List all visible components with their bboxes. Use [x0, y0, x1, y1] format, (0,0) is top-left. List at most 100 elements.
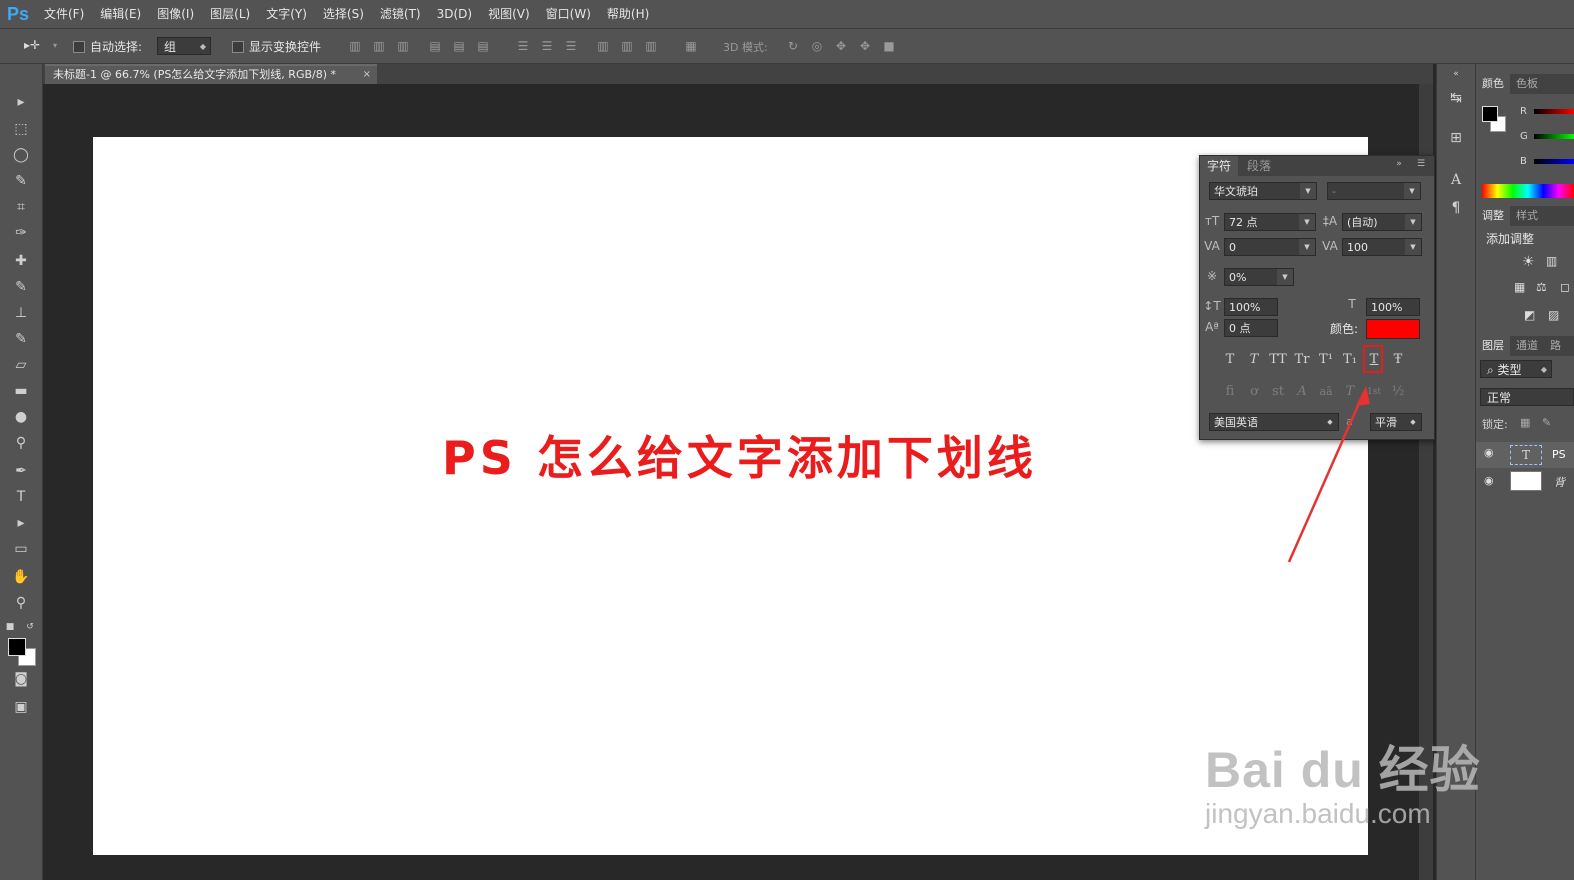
align-left-icon[interactable]: ▤ [428, 39, 442, 53]
paragraph-panel-icon[interactable]: ¶ [1446, 198, 1466, 218]
menu-help[interactable]: 帮助(H) [599, 0, 657, 28]
chevron-down-icon[interactable]: ▾ [48, 39, 62, 53]
scale-3d-icon[interactable]: ■ [882, 39, 896, 53]
distribute-left-icon[interactable]: ▥ [596, 39, 610, 53]
levels-icon[interactable]: ▥ [1546, 254, 1557, 268]
hue-saturation-icon[interactable]: ▦ [1514, 280, 1525, 294]
baseline-shift-field[interactable]: 0 点 [1224, 319, 1278, 337]
align-vcenter-icon[interactable]: ▥ [372, 39, 386, 53]
foreground-color-swatch[interactable] [8, 638, 26, 656]
text-color-swatch[interactable] [1366, 319, 1420, 339]
slide-3d-icon[interactable]: ✥ [858, 39, 872, 53]
tab-channels[interactable]: 通道 [1510, 336, 1544, 356]
panel-menu-icon[interactable]: ☰ [1412, 159, 1430, 169]
canvas-text-layer[interactable]: PS 怎么给文字添加下划线 [442, 422, 1037, 488]
auto-select-dropdown[interactable]: 组 ◆ [157, 37, 211, 55]
tab-paragraph[interactable]: 段落 [1240, 156, 1278, 176]
color-fg-swatch[interactable] [1482, 106, 1498, 122]
menu-layer[interactable]: 图层(L) [202, 0, 258, 28]
lock-transparency-icon[interactable]: ▦ [1520, 416, 1530, 429]
brightness-icon[interactable]: ☀ [1522, 254, 1535, 270]
tab-adjustments[interactable]: 调整 [1476, 206, 1510, 226]
align-right-icon[interactable]: ▤ [476, 39, 490, 53]
crop-tool-icon[interactable]: ⌗ [10, 197, 32, 217]
eraser-tool-icon[interactable]: ▱ [10, 355, 32, 375]
path-select-tool-icon[interactable]: ▸ [10, 513, 32, 533]
tab-paths[interactable]: 路 [1544, 336, 1567, 356]
document-canvas[interactable] [93, 137, 1368, 855]
zoom-tool-icon[interactable]: ⚲ [10, 593, 32, 613]
horizontal-scale-field[interactable]: 100% [1366, 298, 1420, 316]
dodge-tool-icon[interactable]: ⚲ [10, 433, 32, 453]
font-style-select[interactable]: - ▼ [1327, 182, 1421, 200]
menu-image[interactable]: 图像(I) [149, 0, 202, 28]
type-tool-icon[interactable]: T [10, 487, 32, 507]
color-balance-icon[interactable]: ⚖ [1536, 280, 1547, 294]
font-family-select[interactable]: 华文琥珀 ▼ [1209, 182, 1317, 200]
menu-window[interactable]: 窗口(W) [538, 0, 599, 28]
tab-swatches[interactable]: 色板 [1510, 74, 1544, 94]
screen-mode-icon[interactable]: ▣ [10, 697, 32, 717]
all-caps-button[interactable]: TT [1268, 351, 1288, 369]
history-panel-icon[interactable]: ↹ [1446, 88, 1466, 108]
faux-italic-button[interactable]: T [1244, 351, 1264, 369]
font-size-field[interactable]: 72 点 ▼ [1224, 213, 1316, 231]
distribute-hcenter-icon[interactable]: ▥ [620, 39, 634, 53]
strikethrough-button[interactable]: Ŧ [1388, 351, 1408, 369]
marquee-tool-icon[interactable]: ⬚ [10, 119, 32, 139]
roll-3d-icon[interactable]: ◎ [810, 39, 824, 53]
photo-filter-icon[interactable]: ◩ [1524, 308, 1535, 322]
distribute-top-icon[interactable]: ☰ [516, 39, 530, 53]
align-hcenter-icon[interactable]: ▤ [452, 39, 466, 53]
align-top-icon[interactable]: ▥ [348, 39, 362, 53]
default-colors-icon[interactable]: ■ [4, 617, 16, 637]
channel-r-slider[interactable] [1534, 109, 1574, 114]
fractions-button[interactable]: ½ [1388, 383, 1408, 401]
eye-icon[interactable]: ◉ [1484, 474, 1494, 487]
color-spectrum-bar[interactable] [1482, 184, 1574, 198]
close-icon[interactable]: × [363, 66, 371, 84]
menu-view[interactable]: 视图(V) [480, 0, 538, 28]
move-tool-preset-icon[interactable]: ▸✛ [24, 38, 40, 52]
rectangle-tool-icon[interactable]: ▭ [10, 539, 32, 559]
healing-brush-tool-icon[interactable]: ✚ [10, 251, 32, 271]
menu-3d[interactable]: 3D(D) [429, 0, 480, 28]
distribute-vcenter-icon[interactable]: ☰ [540, 39, 554, 53]
hand-tool-icon[interactable]: ✋ [10, 567, 32, 587]
move-tool-icon[interactable]: ▸ [10, 92, 32, 112]
menu-select[interactable]: 选择(S) [315, 0, 372, 28]
black-white-icon[interactable]: ◻ [1560, 280, 1570, 294]
auto-align-icon[interactable]: ▦ [684, 39, 698, 53]
tsume-field[interactable]: 0% ▼ [1224, 268, 1294, 286]
layer-filter-select[interactable]: ⌕ 类型 ◆ [1480, 360, 1552, 378]
superscript-button[interactable]: T¹ [1316, 351, 1336, 369]
document-tab[interactable]: 未标题-1 @ 66.7% (PS怎么给文字添加下划线, RGB/8) * × [45, 64, 377, 84]
drag-3d-icon[interactable]: ✥ [834, 39, 848, 53]
faux-bold-button[interactable]: T [1220, 351, 1240, 369]
distribute-bottom-icon[interactable]: ☰ [564, 39, 578, 53]
leading-field[interactable]: (自动) ▼ [1342, 213, 1422, 231]
orbit-3d-icon[interactable]: ↻ [786, 39, 800, 53]
auto-select-checkbox[interactable] [73, 41, 85, 53]
menu-edit[interactable]: 编辑(E) [92, 0, 149, 28]
pen-tool-icon[interactable]: ✒ [10, 461, 32, 481]
show-transform-checkbox[interactable] [232, 41, 244, 53]
collapse-panel-icon[interactable]: » [1390, 159, 1408, 169]
vertical-scale-field[interactable]: 100% [1224, 298, 1278, 316]
tab-styles[interactable]: 样式 [1510, 206, 1544, 226]
kerning-field[interactable]: 0 ▼ [1224, 238, 1316, 256]
channel-g-slider[interactable] [1534, 134, 1574, 139]
menu-file[interactable]: 文件(F) [36, 0, 92, 28]
tab-layers[interactable]: 图层 [1476, 336, 1510, 356]
quick-mask-icon[interactable]: ◙ [10, 669, 32, 689]
old-style-button[interactable]: ơ [1244, 383, 1264, 401]
lasso-tool-icon[interactable]: ◯ [10, 145, 32, 165]
eyedropper-tool-icon[interactable]: ✑ [10, 223, 32, 243]
menu-filter[interactable]: 滤镜(T) [372, 0, 429, 28]
tab-color[interactable]: 颜色 [1476, 74, 1510, 94]
lock-pixels-icon[interactable]: ✎ [1542, 416, 1551, 429]
clone-stamp-tool-icon[interactable]: ⊥ [10, 303, 32, 323]
subscript-button[interactable]: T₁ [1340, 351, 1360, 369]
tracking-field[interactable]: 100 ▼ [1342, 238, 1422, 256]
channel-b-slider[interactable] [1534, 159, 1574, 164]
